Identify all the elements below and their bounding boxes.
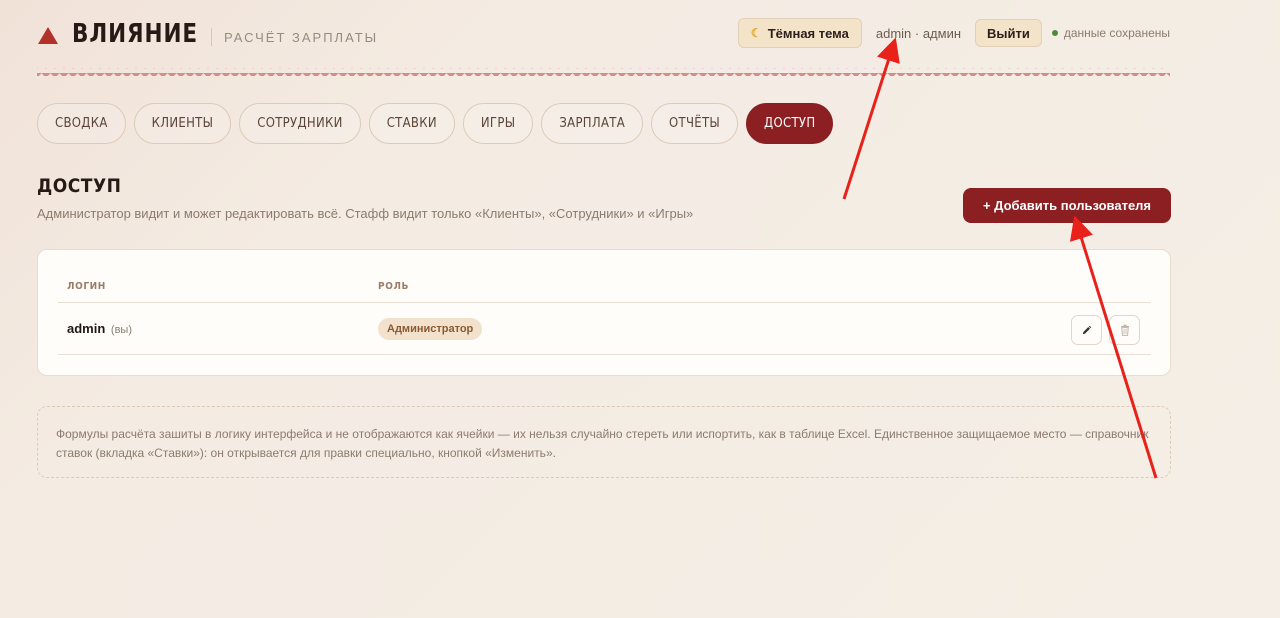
current-user: admin · админ [875, 25, 962, 41]
page-title: ДОСТУП [37, 175, 122, 197]
save-status: данные сохранены [1051, 26, 1170, 40]
tab-salary[interactable]: ЗАРПЛАТА [541, 103, 644, 144]
main-tabs: СВОДКА КЛИЕНТЫ СОТРУДНИКИ СТАВКИ ИГРЫ ЗА… [37, 103, 841, 144]
tab-employees[interactable]: СОТРУДНИКИ [239, 103, 361, 144]
tab-summary[interactable]: СВОДКА [37, 103, 126, 144]
moon-icon: ☾ [750, 26, 762, 40]
logo-divider [210, 28, 212, 46]
info-note: Формулы расчёта зашиты в логику интерфей… [37, 406, 1171, 478]
dark-theme-button[interactable]: ☾ Тёмная тема [737, 18, 862, 48]
user-login-note: (вы) [110, 324, 132, 336]
pencil-icon [1082, 325, 1092, 334]
status-dot-icon [1051, 30, 1058, 36]
trash-icon [1120, 324, 1129, 336]
table-row-divider [58, 354, 1151, 355]
triangle-logo-icon [38, 26, 58, 44]
logout-button[interactable]: Выйти [975, 19, 1042, 47]
tab-clients[interactable]: КЛИЕНТЫ [133, 103, 232, 144]
user-login-name: admin [67, 321, 106, 336]
tab-rates[interactable]: СТАВКИ [368, 103, 455, 144]
app-name: ВЛИЯНИЕ [72, 19, 199, 49]
tab-games[interactable]: ИГРЫ [462, 103, 534, 144]
edit-user-button[interactable] [1071, 315, 1102, 345]
table-header-divider [58, 302, 1151, 303]
column-header-login: ЛОГИН [67, 281, 106, 292]
page-description: Администратор видит и может редактироват… [37, 206, 694, 221]
header-controls: ☾ Тёмная тема admin · админ Выйти данные… [737, 18, 1170, 48]
app-header: ВЛИЯНИЕ РАСЧЁТ ЗАРПЛАТЫ ☾ Тёмная тема ad… [0, 0, 1280, 70]
save-status-text: данные сохранены [1063, 26, 1170, 40]
app-logo[interactable]: ВЛИЯНИЕ РАСЧЁТ ЗАРПЛАТЫ [38, 19, 378, 49]
role-badge: Администратор [378, 318, 483, 340]
column-header-role: РОЛЬ [378, 281, 409, 292]
dark-theme-label: Тёмная тема [767, 25, 849, 41]
user-login: admin (вы) [67, 321, 132, 336]
delete-user-button[interactable] [1109, 315, 1140, 345]
add-user-button[interactable]: + Добавить пользователя [963, 188, 1171, 223]
tab-access[interactable]: ДОСТУП [746, 103, 834, 144]
tab-reports[interactable]: ОТЧЁТЫ [651, 103, 739, 144]
header-zigzag-divider [37, 68, 1170, 76]
users-table: ЛОГИН РОЛЬ admin (вы) Администратор [37, 249, 1171, 376]
app-subtitle: РАСЧЁТ ЗАРПЛАТЫ [223, 29, 379, 45]
